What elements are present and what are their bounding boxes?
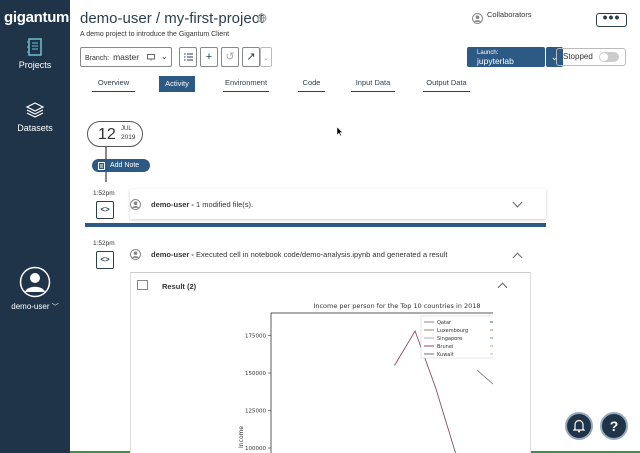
- main-panel: demo-user / my-first-project A demo proj…: [70, 0, 640, 453]
- activity-description: Executed cell in notebook code/demo-anal…: [193, 250, 448, 259]
- note-icon: [98, 162, 105, 170]
- tab-overview[interactable]: Overview: [92, 76, 135, 92]
- code-icon: <>: [96, 251, 114, 269]
- mouse-cursor-icon: [337, 127, 343, 136]
- list-icon: [183, 53, 193, 61]
- date-month: JUL: [121, 126, 132, 132]
- result-chart: Income per person for the Top 10 countri…: [238, 302, 493, 453]
- datasets-icon: [25, 102, 45, 118]
- projects-icon: [27, 38, 42, 56]
- arrow-up-right-icon: ↗: [246, 51, 256, 63]
- date-marker: 12 JUL 2019: [87, 121, 143, 147]
- user-avatar-icon: [130, 249, 141, 260]
- y-tick-label: 125000: [245, 409, 266, 415]
- sidebar-item-label: Datasets: [17, 123, 53, 133]
- legend-label: Qatar: [437, 320, 452, 326]
- chevron-up-icon[interactable]: [512, 252, 523, 263]
- chart-title: Income per person for the Top 10 countri…: [313, 302, 480, 310]
- question-icon: ?: [609, 418, 619, 434]
- bell-icon: [572, 419, 586, 433]
- legend-label: Kuwait: [437, 352, 454, 358]
- desktop-icon: [147, 54, 155, 61]
- tab-code[interactable]: Code: [298, 76, 325, 92]
- divider: [85, 223, 546, 227]
- page-title: demo-user / my-first-project: [80, 10, 264, 27]
- tab-label: Input Data: [355, 78, 391, 87]
- user-menu[interactable]: demo-user ﹀: [0, 266, 70, 312]
- chevron-down-icon: ﹀: [51, 304, 59, 311]
- app-logo: gigantum: [4, 9, 70, 26]
- series-line: [476, 369, 493, 385]
- activity-time: 1:52pm: [93, 240, 115, 247]
- toggle-switch: [599, 52, 619, 62]
- activity-time: 1:52pm: [93, 190, 115, 197]
- branch-list-button[interactable]: [179, 47, 197, 67]
- activity-text: demo-user - 1 modified file(s).: [151, 200, 253, 209]
- legend-label: Singapore: [437, 336, 462, 342]
- activity-text: demo-user - Executed cell in notebook co…: [151, 250, 447, 259]
- more-menu-button[interactable]: •••: [596, 10, 627, 27]
- tab-label: Output Data: [426, 78, 467, 87]
- sidebar: gigantum Projects Datasets demo-user ﹀: [0, 0, 70, 453]
- chevron-down-icon: ⌄: [263, 55, 269, 62]
- tab-output-data[interactable]: Output Data: [423, 76, 470, 92]
- y-tick-label: 150000: [245, 371, 266, 377]
- tab-input-data[interactable]: Input Data: [351, 76, 395, 92]
- tab-environment[interactable]: Environment: [223, 76, 269, 92]
- activity-description: 1 modified file(s).: [193, 200, 254, 209]
- notifications-button[interactable]: [565, 412, 593, 440]
- date-year: 2019: [121, 134, 136, 141]
- branch-label: Branch:: [85, 55, 110, 62]
- tab-label: Code: [302, 78, 321, 87]
- code-icon: <>: [96, 201, 114, 219]
- sidebar-item-datasets[interactable]: Datasets: [0, 100, 70, 144]
- reset-branch-button[interactable]: ↺: [221, 47, 239, 67]
- chart-icon: [137, 280, 148, 290]
- sync-button[interactable]: ↗: [242, 47, 260, 67]
- add-branch-button[interactable]: +: [200, 47, 218, 67]
- tab-label: Environment: [224, 78, 268, 87]
- sidebar-item-projects[interactable]: Projects: [0, 37, 70, 89]
- launch-button[interactable]: Launch: jupyterlab: [467, 47, 545, 67]
- status-label: Stopped: [563, 52, 593, 61]
- legend-label: Luxembourg: [437, 328, 468, 334]
- sidebar-item-label: Projects: [18, 60, 52, 70]
- result-label: Result (2): [162, 282, 197, 291]
- launch-app: jupyterlab: [477, 56, 514, 66]
- activity-card[interactable]: demo-user - 1 modified file(s).: [130, 189, 546, 219]
- user-name: demo-user: [11, 302, 50, 311]
- date-day: 12: [98, 126, 116, 143]
- project-description: A demo project to introduce the Gigantum…: [80, 31, 230, 38]
- activity-user: demo-user -: [151, 200, 194, 209]
- chevron-down-icon[interactable]: [512, 197, 523, 208]
- add-note-label: Add Note: [110, 162, 140, 169]
- collaborators-label: Collaborators: [487, 10, 532, 19]
- y-tick-label: 175000: [245, 334, 266, 340]
- activity-user: demo-user -: [151, 250, 194, 259]
- y-tick-label: 100000: [245, 446, 266, 452]
- branch-name: master: [113, 52, 140, 62]
- help-button[interactable]: ?: [600, 412, 628, 440]
- sync-dropdown-button[interactable]: ⌄: [260, 47, 272, 67]
- avatar-icon: [19, 266, 51, 298]
- chevron-down-icon: ⌄: [161, 52, 168, 61]
- container-status-toggle[interactable]: Stopped: [556, 48, 626, 66]
- tab-label: Overview: [97, 78, 130, 87]
- tab-label: Activity: [165, 79, 189, 88]
- globe-icon[interactable]: [257, 13, 267, 23]
- undo-icon: ↺: [225, 51, 235, 63]
- branch-selector[interactable]: Branch: master ⌄: [80, 47, 172, 67]
- collaborator-avatar-icon: [472, 13, 483, 24]
- add-note-button[interactable]: Add Note: [92, 159, 150, 172]
- plus-icon: +: [205, 51, 213, 63]
- legend-label: Brunei: [437, 344, 453, 350]
- activity-card[interactable]: demo-user - Executed cell in notebook co…: [130, 239, 546, 271]
- y-axis-label: Income: [238, 426, 245, 448]
- tab-activity[interactable]: Activity: [159, 76, 195, 92]
- user-avatar-icon: [130, 199, 141, 210]
